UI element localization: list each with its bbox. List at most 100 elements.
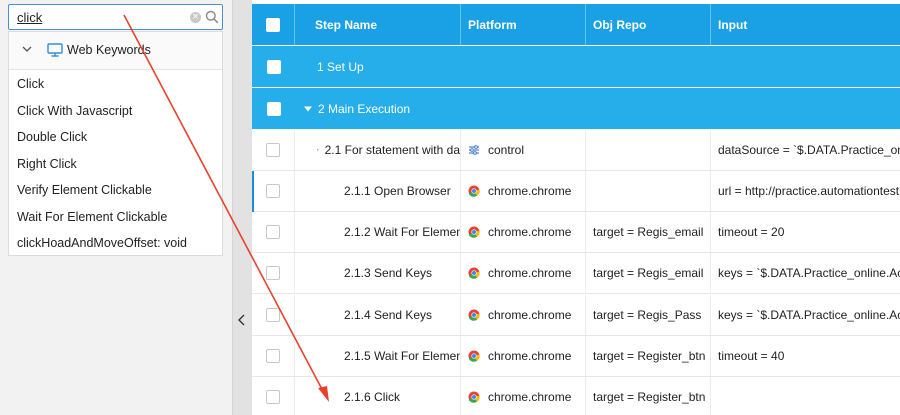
control-icon xyxy=(469,145,479,155)
chrome-icon xyxy=(468,391,480,403)
platform-cell[interactable]: control xyxy=(461,130,586,170)
test-steps-table: Step Name Platform Obj Repo Input 1 Set … xyxy=(252,0,900,415)
column-header-input[interactable]: Input xyxy=(711,4,900,45)
platform-name: chrome.chrome xyxy=(488,349,572,363)
step-name-cell[interactable]: 2.1.2 Wait For Elemen xyxy=(344,212,461,252)
step-name-cell[interactable]: 2.1.3 Send Keys xyxy=(344,253,461,293)
keyword-item-click-hoad-and-move-offset[interactable]: clickHoadAndMoveOffset: void xyxy=(17,236,187,250)
row-checkbox[interactable] xyxy=(266,225,280,239)
table-row[interactable]: 2.1 For statement with da control dataSour… xyxy=(252,130,900,171)
chrome-icon xyxy=(468,350,480,362)
section-checkbox-cell xyxy=(252,88,295,129)
step-name: 2.1.6 Click xyxy=(344,390,401,404)
keyword-panel: × Web Keywords Click Click With Javascri… xyxy=(0,0,232,415)
column-header-step-name[interactable]: Step Name xyxy=(295,4,461,45)
row-checkbox[interactable] xyxy=(266,143,280,157)
row-checkbox[interactable] xyxy=(266,390,280,404)
obj-repo-cell[interactable]: target = Register_btn xyxy=(586,377,711,415)
table-row[interactable]: 2.1.6 Click chrome.chrome target = Registe… xyxy=(252,377,900,415)
step-name-cell[interactable]: 2.1.4 Send Keys xyxy=(344,295,461,335)
step-name: 2.1.1 Open Browser xyxy=(344,184,451,198)
column-header-obj-repo[interactable]: Obj Repo xyxy=(586,4,711,45)
row-checkbox[interactable] xyxy=(266,59,281,74)
input-value: timeout = 40 xyxy=(718,349,785,363)
obj-repo-cell[interactable]: target = Register_btn xyxy=(586,336,711,376)
column-header-platform[interactable]: Platform xyxy=(461,4,586,45)
platform-cell[interactable]: chrome.chrome xyxy=(461,171,586,211)
obj-repo-cell[interactable] xyxy=(586,171,711,211)
row-checkbox[interactable] xyxy=(266,101,281,116)
platform-cell[interactable]: chrome.chrome xyxy=(461,336,586,376)
monitor-icon xyxy=(47,43,63,57)
input-cell[interactable]: dataSource = `$.DATA.Practice_onli xyxy=(711,130,900,170)
keyword-group-web[interactable]: Web Keywords xyxy=(9,32,222,70)
row-checkbox-cell xyxy=(252,377,295,415)
table-row[interactable]: 2.1.5 Wait For Elemen chrome.chrome target… xyxy=(252,336,900,377)
keyword-search-input[interactable] xyxy=(17,8,182,26)
step-name-cell[interactable]: 2.1.6 Click xyxy=(344,377,461,415)
section-label-wrap: 2 Main Execution xyxy=(304,88,604,129)
row-checkbox-cell xyxy=(252,130,295,170)
platform-cell[interactable]: chrome.chrome xyxy=(461,377,586,415)
input-cell[interactable]: keys = `$.DATA.Practice_online.Acc xyxy=(711,295,900,335)
keyword-item-right-click[interactable]: Right Click xyxy=(17,157,77,171)
input-value: url = http://practice.automationtestin xyxy=(718,184,900,198)
step-name-cell[interactable]: 2.1 For statement with da xyxy=(317,130,461,170)
step-name: 2.1.2 Wait For Elemen xyxy=(344,225,461,239)
clear-search-icon[interactable]: × xyxy=(190,12,201,23)
keyword-group-label: Web Keywords xyxy=(67,43,151,57)
row-checkbox[interactable] xyxy=(266,349,280,363)
obj-repo-value: target = Regis_email xyxy=(593,225,704,239)
table-row[interactable]: 2.1.2 Wait For Elemen chrome.chrome target… xyxy=(252,212,900,253)
section-row-main-execution[interactable]: 2 Main Execution xyxy=(252,88,900,129)
search-icon[interactable] xyxy=(205,10,219,24)
step-name: 2.1.5 Wait For Elemen xyxy=(344,349,461,363)
keyword-search-box[interactable]: × xyxy=(8,4,223,30)
step-name: 2.1.4 Send Keys xyxy=(344,308,433,322)
platform-cell[interactable]: chrome.chrome xyxy=(461,253,586,293)
input-cell[interactable]: url = http://practice.automationtestin xyxy=(711,171,900,211)
input-value: keys = `$.DATA.Practice_online.Acc xyxy=(718,308,900,322)
select-all-checkbox[interactable] xyxy=(266,17,280,32)
obj-repo-cell[interactable] xyxy=(586,130,711,170)
row-checkbox[interactable] xyxy=(266,308,280,322)
platform-cell[interactable]: chrome.chrome xyxy=(461,212,586,252)
table-row[interactable]: 2.1.1 Open Browser chrome.chrome url = htt… xyxy=(252,171,900,212)
platform-name: chrome.chrome xyxy=(488,225,572,239)
panel-splitter[interactable] xyxy=(232,0,252,415)
caret-down-icon[interactable] xyxy=(317,146,319,154)
chevron-down-icon[interactable] xyxy=(21,43,33,55)
section-row-set-up[interactable]: 1 Set Up xyxy=(252,46,900,87)
header-checkbox-cell xyxy=(252,4,295,45)
step-name-cell[interactable]: 2.1.1 Open Browser xyxy=(344,171,461,211)
section-checkbox-cell xyxy=(252,46,295,87)
input-cell[interactable] xyxy=(711,377,900,415)
step-name: 2.1.3 Send Keys xyxy=(344,266,433,280)
input-cell[interactable]: keys = `$.DATA.Practice_online.Acc xyxy=(711,253,900,293)
obj-repo-value: target = Register_btn xyxy=(593,349,706,363)
keyword-item-verify-element-clickable[interactable]: Verify Element Clickable xyxy=(17,183,152,197)
obj-repo-cell[interactable]: target = Regis_email xyxy=(586,253,711,293)
obj-repo-value: target = Regis_Pass xyxy=(593,308,702,322)
chrome-icon xyxy=(468,185,480,197)
step-name-cell[interactable]: 2.1.5 Wait For Elemen xyxy=(344,336,461,376)
keyword-item-double-click[interactable]: Double Click xyxy=(17,130,87,144)
input-cell[interactable]: timeout = 40 xyxy=(711,336,900,376)
row-checkbox[interactable] xyxy=(266,266,280,280)
row-checkbox[interactable] xyxy=(266,184,280,198)
caret-down-icon[interactable] xyxy=(304,105,312,113)
keyword-item-wait-for-element-clickable[interactable]: Wait For Element Clickable xyxy=(17,210,167,224)
table-row[interactable]: 2.1.3 Send Keys chrome.chrome target = Reg… xyxy=(252,253,900,294)
chevron-left-icon[interactable] xyxy=(236,313,248,327)
keyword-item-click-with-javascript[interactable]: Click With Javascript xyxy=(17,104,132,118)
input-cell[interactable]: timeout = 20 xyxy=(711,212,900,252)
keyword-item-click[interactable]: Click xyxy=(17,77,44,91)
obj-repo-cell[interactable]: target = Regis_Pass xyxy=(586,295,711,335)
input-value: timeout = 20 xyxy=(718,225,785,239)
table-row[interactable]: 2.1.4 Send Keys chrome.chrome target = Reg… xyxy=(252,295,900,336)
input-value: dataSource = `$.DATA.Practice_onli xyxy=(718,143,900,157)
obj-repo-cell[interactable]: target = Regis_email xyxy=(586,212,711,252)
platform-name: chrome.chrome xyxy=(488,308,572,322)
platform-cell[interactable]: chrome.chrome xyxy=(461,295,586,335)
section-label: 2 Main Execution xyxy=(318,101,411,116)
